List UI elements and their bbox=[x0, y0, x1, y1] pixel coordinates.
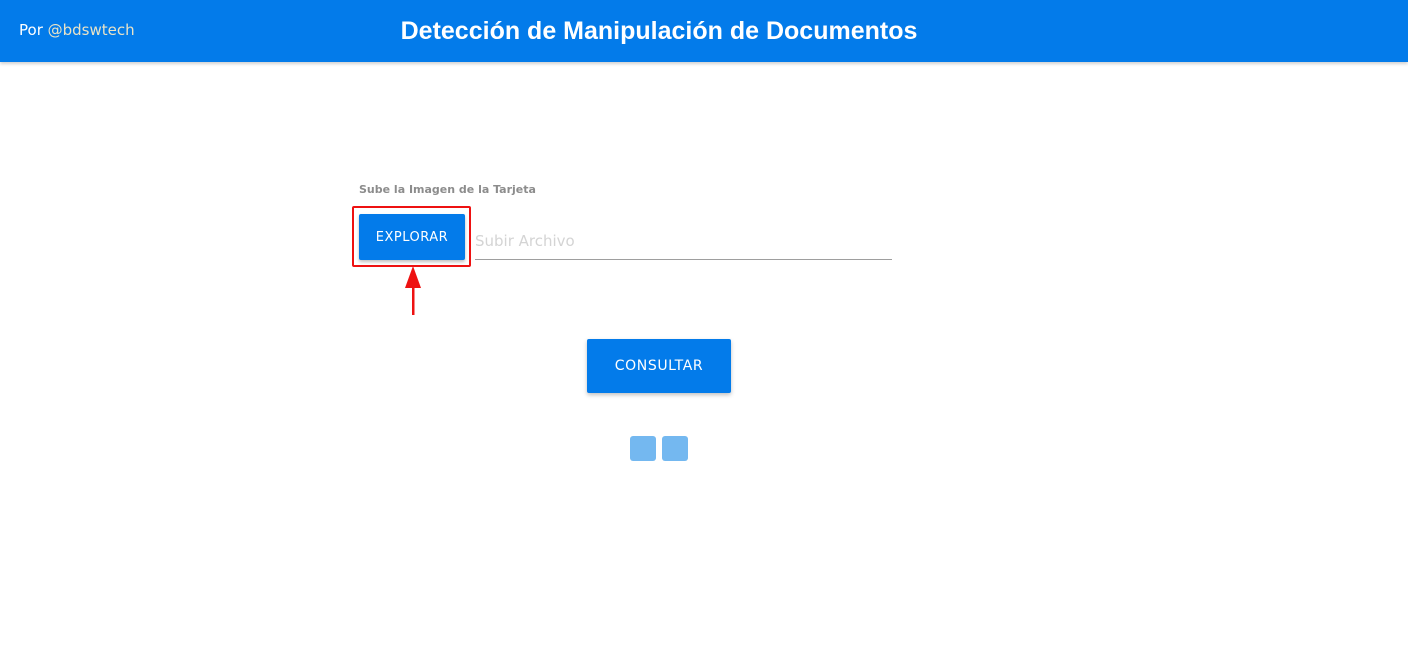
author-byline: Por @bdswtech bbox=[19, 20, 135, 40]
file-path-input[interactable] bbox=[475, 222, 892, 260]
upload-label: Sube la Imagen de la Tarjeta bbox=[359, 183, 536, 196]
page-title: Detección de Manipulación de Documentos bbox=[400, 17, 918, 45]
consult-button[interactable]: CONSULTAR bbox=[587, 339, 731, 393]
explore-button[interactable]: EXPLORAR bbox=[359, 214, 465, 260]
loader-square bbox=[630, 436, 656, 461]
arrow-up-icon bbox=[405, 266, 421, 315]
loader-square bbox=[662, 436, 688, 461]
author-handle-link[interactable]: @bdswtech bbox=[48, 21, 135, 39]
app-header: Por @bdswtech Detección de Manipulación … bbox=[0, 0, 1408, 62]
byline-prefix: Por bbox=[19, 21, 43, 39]
